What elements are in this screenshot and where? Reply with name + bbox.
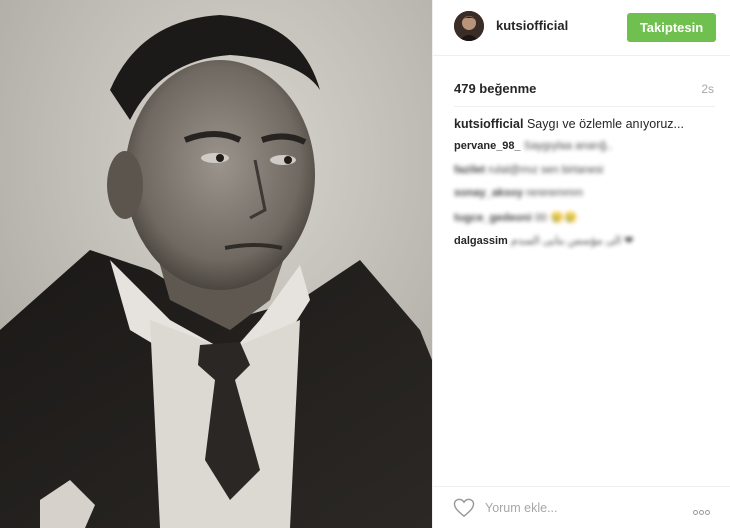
comment-item: tugce_gedeoni 00 😢😢 (454, 211, 719, 235)
comment-text: الى مؤسس بنايى السدم ❤ (510, 235, 634, 247)
comment-list: pervane_98_ Saygıylaa anarığ.. fazilet r… (454, 140, 719, 258)
dot (693, 510, 698, 515)
comment-text: rereremmm (526, 187, 584, 199)
username-link[interactable]: kutsiofficial (496, 18, 568, 33)
likes-count[interactable]: 479 beğenme (454, 81, 536, 96)
avatar[interactable] (454, 11, 484, 41)
comment-input[interactable] (485, 497, 665, 519)
comment-item: pervane_98_ Saygıylaa anarığ.. (454, 140, 719, 164)
comment-username[interactable]: fazilet (454, 164, 485, 176)
comment-text: Saygıylaa anarığ.. (523, 140, 613, 152)
dot (699, 510, 704, 515)
avatar-image (454, 11, 484, 41)
post-photo (0, 0, 432, 528)
caption: kutsiofficial Saygı ve özlemle anıyoruz.… (454, 117, 684, 131)
following-button[interactable]: Takiptesin (627, 13, 716, 42)
post-header: kutsiofficial Takiptesin (433, 0, 730, 56)
heart-outline-icon[interactable] (453, 498, 475, 518)
post-sidebar: kutsiofficial Takiptesin 479 beğenme 2s … (432, 0, 730, 528)
dot (705, 510, 710, 515)
comment-item: fazilet rulal@mız sen birtanesi (454, 164, 719, 188)
comment-item: dalgassim الى مؤسس بنايى السدم ❤ (454, 234, 719, 258)
comment-text: rulal@mız sen birtanesi (488, 163, 604, 176)
post-time[interactable]: 2s (701, 82, 714, 96)
portrait-image (0, 0, 432, 528)
comment-item: sonay_aksoy rereremmm (454, 187, 719, 211)
caption-text: Saygı ve özlemle anıyoruz... (526, 117, 684, 131)
ellipsis-icon[interactable] (693, 502, 717, 515)
post-footer (433, 486, 730, 528)
comment-username[interactable]: tugce_gedeoni (454, 212, 532, 224)
divider (454, 106, 715, 107)
comment-username[interactable]: dalgassim (454, 235, 508, 247)
comment-text: 00 😢😢 (534, 211, 578, 224)
comment-username[interactable]: sonay_aksoy (454, 187, 523, 199)
caption-username[interactable]: kutsiofficial (454, 117, 523, 131)
comment-username[interactable]: pervane_98_ (454, 140, 521, 152)
